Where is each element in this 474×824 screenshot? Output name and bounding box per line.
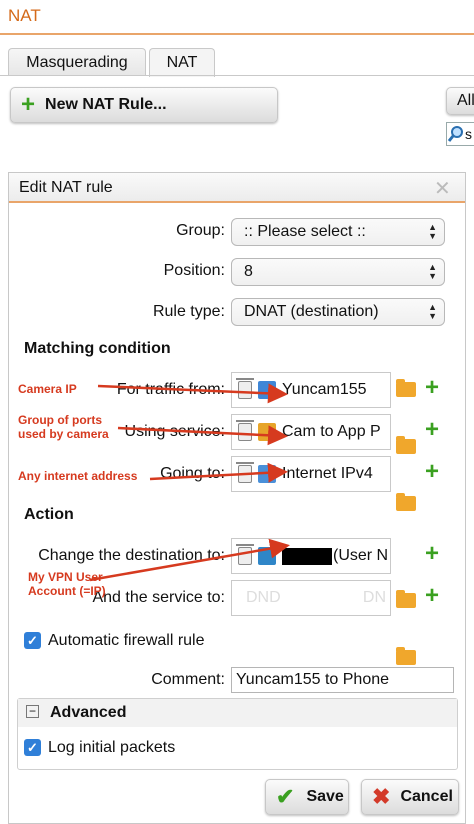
arrow-camera-ip [97,383,288,404]
arrow-any-internet [149,462,288,483]
annotation-arrows [89,383,290,582]
arrow-vpn-account [89,538,290,582]
arrow-group-ports [117,425,288,446]
